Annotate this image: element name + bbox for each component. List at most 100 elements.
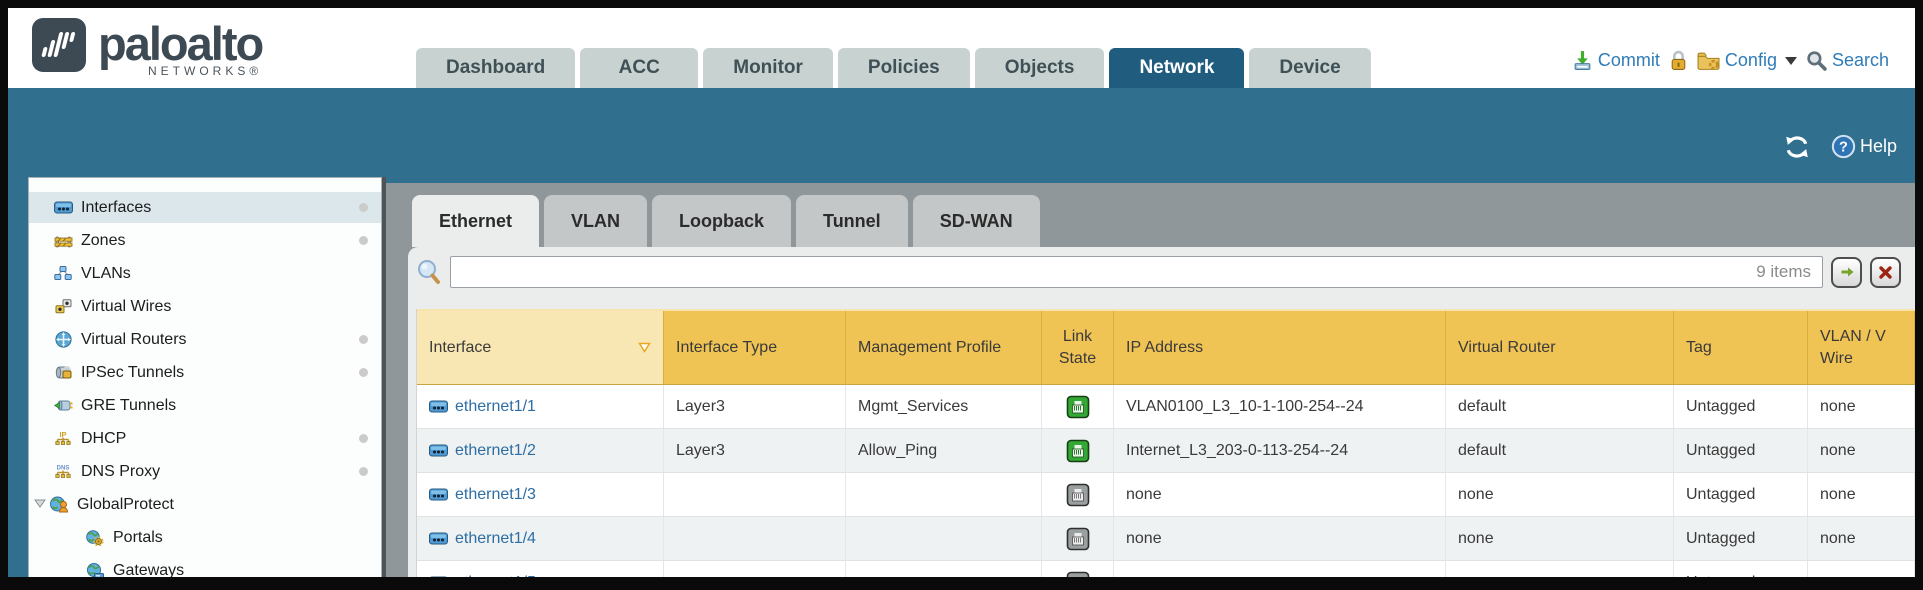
main-content: Ethernet VLAN Loopback Tunnel SD-WAN 9 i…: [400, 183, 1915, 577]
help-button[interactable]: ? Help: [1831, 134, 1897, 159]
tab-acc[interactable]: ACC: [580, 48, 698, 88]
virtual-wires-icon: [53, 299, 73, 314]
cell-ip-address: none: [1114, 561, 1446, 577]
tab-ethernet[interactable]: Ethernet: [412, 195, 539, 247]
left-accent-strip: [8, 183, 28, 577]
column-header-virtual-router[interactable]: Virtual Router: [1446, 311, 1674, 384]
column-header-link-state[interactable]: Link State: [1042, 311, 1114, 384]
sidebar-item-virtual-wires[interactable]: Virtual Wires: [29, 291, 381, 322]
interface-icon: [429, 488, 448, 501]
help-icon: ?: [1831, 134, 1856, 159]
column-header-interface[interactable]: Interface: [417, 311, 664, 384]
lock-icon[interactable]: [1669, 50, 1688, 71]
sidebar-item-globalprotect[interactable]: GlobalProtect: [29, 489, 381, 520]
column-header-interface-type[interactable]: Interface Type: [664, 311, 846, 384]
commit-button[interactable]: Commit: [1572, 50, 1660, 71]
close-icon: [1878, 265, 1893, 280]
sidebar-item-gre-tunnels[interactable]: GRE Tunnels: [29, 390, 381, 421]
clear-filter-button[interactable]: [1870, 257, 1901, 288]
search-button[interactable]: Search: [1806, 50, 1889, 71]
item-dot: [359, 467, 368, 476]
interfaces-table: Interface Interface Type Management Prof…: [416, 309, 1915, 577]
tab-tunnel[interactable]: Tunnel: [796, 195, 908, 247]
cell-management-profile: Mgmt_Services: [846, 385, 1042, 428]
interface-link[interactable]: ethernet1/4: [455, 530, 536, 548]
cell-management-profile: Allow_Ping: [846, 429, 1042, 472]
help-label: Help: [1860, 136, 1897, 157]
sidebar-item-label: GlobalProtect: [77, 496, 174, 514]
tab-sdwan[interactable]: SD-WAN: [913, 195, 1040, 247]
sidebar-item-interfaces[interactable]: Interfaces: [29, 192, 381, 223]
paloalto-logo: paloalto NETWORKS®: [32, 18, 262, 78]
sort-dropdown-icon[interactable]: [638, 342, 651, 353]
sidebar-item-label: DHCP: [81, 430, 126, 448]
item-dot: [359, 335, 368, 344]
cell-management-profile: [846, 561, 1042, 577]
sidebar-item-label: Virtual Wires: [81, 298, 171, 316]
interfaces-icon: [53, 201, 73, 214]
interface-link[interactable]: ethernet1/2: [455, 442, 536, 460]
filter-row: 9 items: [416, 256, 1901, 288]
top-header: paloalto NETWORKS® Dashboard ACC Monitor…: [8, 8, 1915, 88]
cell-vlan-wire: none: [1808, 517, 1915, 560]
link-down-icon: [1066, 483, 1090, 507]
cell-tag: Untagged: [1674, 429, 1808, 472]
interface-icon: [429, 576, 448, 577]
refresh-icon[interactable]: [1783, 135, 1811, 159]
tab-device[interactable]: Device: [1249, 48, 1370, 88]
sidebar-item-portals[interactable]: Portals: [29, 522, 381, 553]
item-dot: [359, 434, 368, 443]
network-sidebar: Interfaces Zones VLANs Virtual Wires: [28, 177, 382, 577]
sidebar-item-ipsec-tunnels[interactable]: IPSec Tunnels: [29, 357, 381, 388]
item-count: 9 items: [1756, 262, 1811, 282]
config-menu-button[interactable]: Config: [1697, 50, 1797, 71]
sidebar-item-virtual-routers[interactable]: Virtual Routers: [29, 324, 381, 355]
interface-icon: [429, 532, 448, 545]
vlans-icon: [53, 266, 73, 281]
cell-vlan-wire: none: [1808, 429, 1915, 472]
tab-policies[interactable]: Policies: [838, 48, 970, 88]
tab-network[interactable]: Network: [1109, 48, 1244, 88]
item-dot: [359, 368, 368, 377]
cell-ip-address: none: [1114, 517, 1446, 560]
expander-down-icon[interactable]: [33, 496, 47, 514]
column-header-tag[interactable]: Tag: [1674, 311, 1808, 384]
sidebar-item-dhcp[interactable]: IP DHCP: [29, 423, 381, 454]
cell-interface-type: [664, 517, 846, 560]
config-label: Config: [1725, 50, 1777, 71]
cell-vlan-wire: none: [1808, 561, 1915, 577]
sidebar-item-label: Zones: [81, 232, 125, 250]
green-arrow-icon: [1839, 264, 1855, 280]
sidebar-splitter[interactable]: [382, 177, 386, 577]
tab-vlan[interactable]: VLAN: [544, 195, 647, 247]
cell-interface-type: Layer3: [664, 429, 846, 472]
tab-monitor[interactable]: Monitor: [703, 48, 833, 88]
filter-input[interactable]: [450, 256, 1823, 288]
sidebar-item-gateways[interactable]: Gateways: [29, 555, 381, 577]
brand-name: paloalto: [98, 18, 262, 70]
column-header-ip-address[interactable]: IP Address: [1114, 311, 1446, 384]
cell-management-profile: [846, 473, 1042, 516]
header-utilities: Commit Config S: [1572, 50, 1889, 71]
chevron-down-icon: [1785, 57, 1797, 65]
apply-filter-button[interactable]: [1831, 257, 1862, 288]
table-row: ethernet1/4 none none Untagged none: [417, 517, 1915, 561]
cell-tag: Untagged: [1674, 473, 1808, 516]
interface-link[interactable]: ethernet1/5: [455, 574, 536, 578]
column-header-vlan-wire[interactable]: VLAN / V Wire: [1808, 311, 1915, 384]
tab-dashboard[interactable]: Dashboard: [416, 48, 575, 88]
sidebar-item-dns-proxy[interactable]: DNS DNS Proxy: [29, 456, 381, 487]
ipsec-tunnels-icon: [53, 365, 73, 380]
sidebar-item-label: DNS Proxy: [81, 463, 160, 481]
sidebar-item-zones[interactable]: Zones: [29, 225, 381, 256]
cell-ip-address: Internet_L3_203-0-113-254--24: [1114, 429, 1446, 472]
interface-link[interactable]: ethernet1/1: [455, 398, 536, 416]
cell-tag: Untagged: [1674, 561, 1808, 577]
link-up-icon: [1066, 439, 1090, 463]
column-header-management-profile[interactable]: Management Profile: [846, 311, 1042, 384]
interface-link[interactable]: ethernet1/3: [455, 486, 536, 504]
tab-loopback[interactable]: Loopback: [652, 195, 791, 247]
sidebar-item-vlans[interactable]: VLANs: [29, 258, 381, 289]
zones-icon: [53, 234, 73, 248]
tab-objects[interactable]: Objects: [975, 48, 1105, 88]
